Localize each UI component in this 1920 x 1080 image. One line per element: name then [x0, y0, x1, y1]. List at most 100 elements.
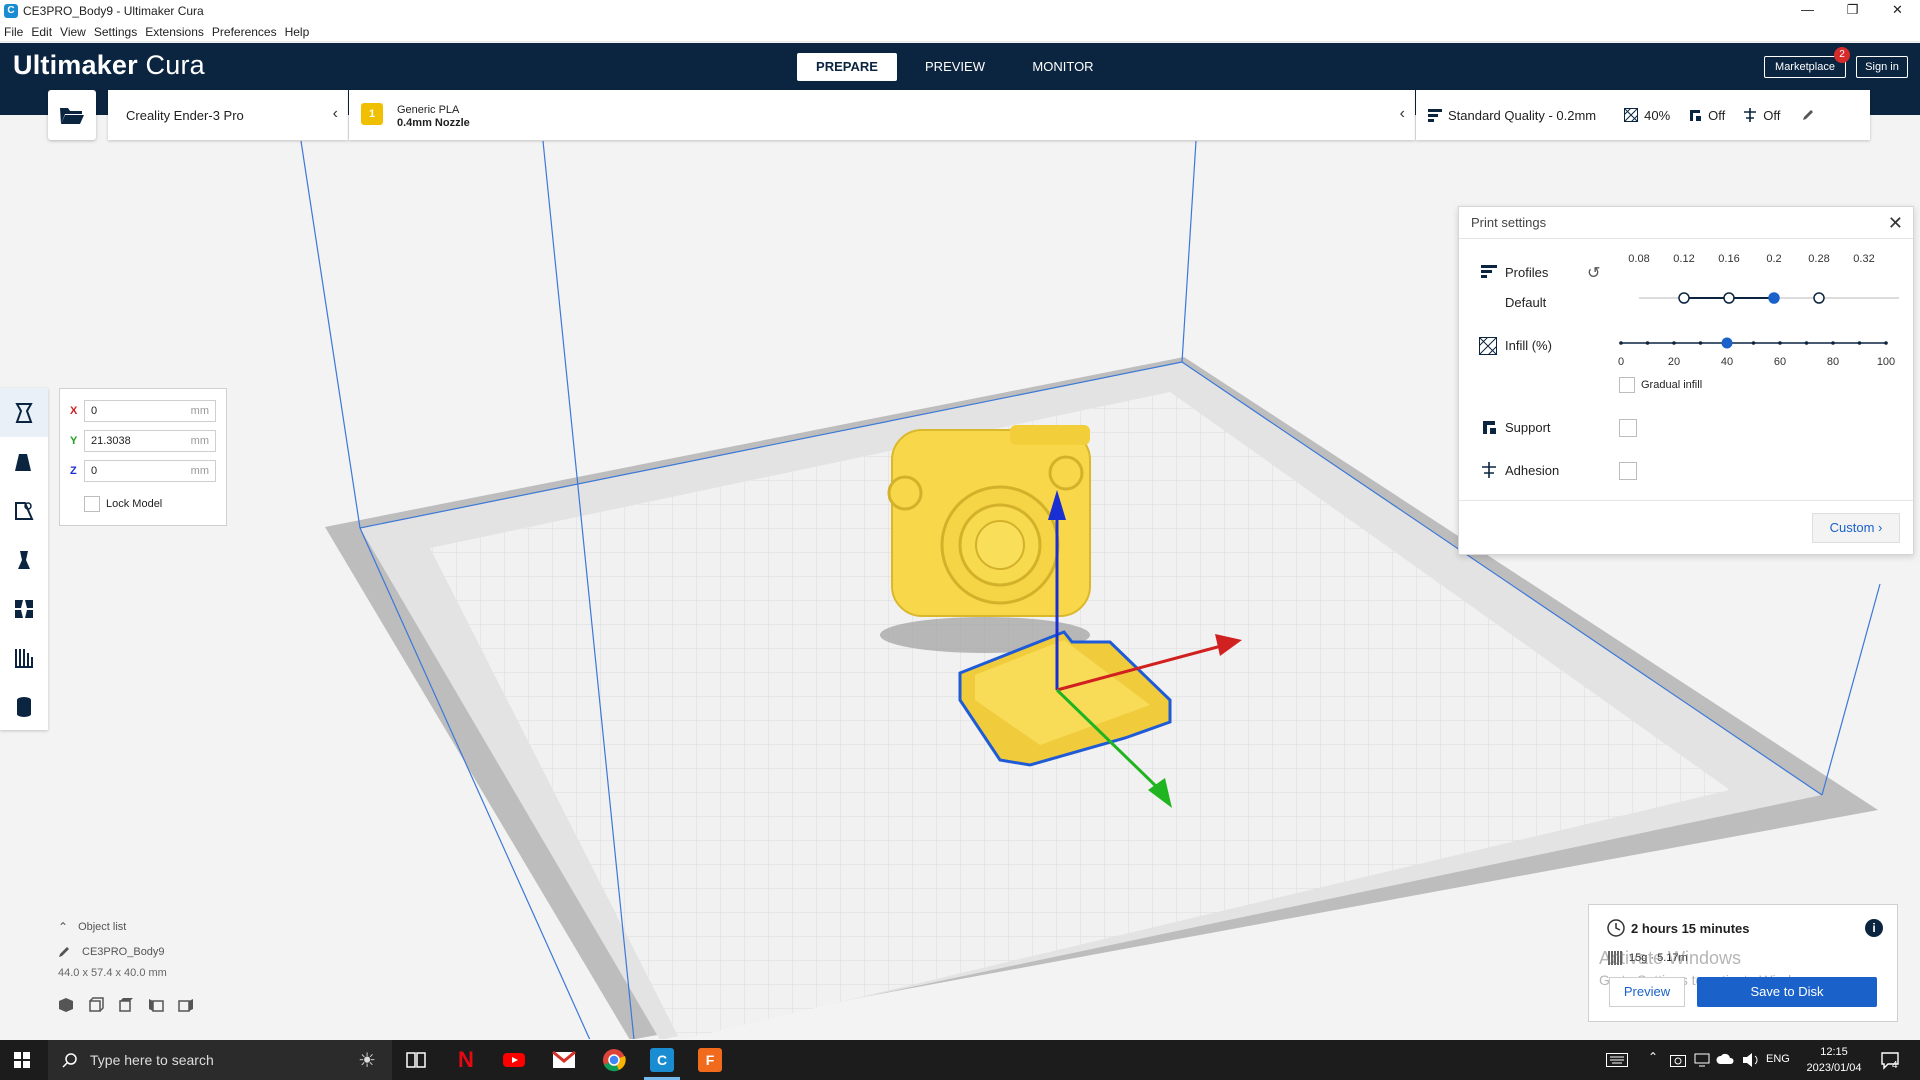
- print-time-row: 2 hours 15 minutes: [1607, 919, 1749, 937]
- support-icon: [1690, 110, 1702, 121]
- volume-icon[interactable]: [1742, 1052, 1760, 1068]
- infill-slider-step: [1804, 341, 1809, 345]
- machine-selector[interactable]: Creality Ender-3 Pro ‹: [108, 90, 348, 140]
- nozzle-size: 0.4mm Nozzle: [397, 117, 470, 129]
- network-icon[interactable]: [1694, 1053, 1710, 1067]
- infill-slider-handle[interactable]: [1721, 337, 1733, 349]
- custom-settings-button[interactable]: Custom ›: [1812, 513, 1900, 543]
- object-list-header[interactable]: ⌃ Object list: [58, 920, 258, 934]
- adhesion-label: Adhesion: [1505, 463, 1560, 478]
- open-file-button[interactable]: [48, 90, 96, 140]
- language-indicator[interactable]: ENG: [1766, 1053, 1790, 1065]
- youtube-icon[interactable]: [502, 1048, 526, 1072]
- fusion-360-icon[interactable]: F: [698, 1048, 722, 1072]
- layer-height-option[interactable]: [1723, 292, 1735, 304]
- y-coordinate-input[interactable]: 21.3038 mm: [84, 430, 216, 452]
- material-selector[interactable]: 1 Generic PLA 0.4mm Nozzle ‹: [349, 90, 1415, 140]
- keyboard-icon[interactable]: [1606, 1053, 1628, 1067]
- system-clock[interactable]: 12:15 2023/01/04: [1796, 1044, 1872, 1076]
- print-setup-selector[interactable]: Standard Quality - 0.2mm 40% Off Off: [1416, 90, 1870, 140]
- onedrive-icon[interactable]: [1716, 1053, 1734, 1065]
- infill-slider-step: [1619, 341, 1623, 345]
- divider: [1459, 500, 1913, 501]
- layer-height-option[interactable]: [1813, 292, 1825, 304]
- z-coordinate-input[interactable]: 0 mm: [84, 460, 216, 482]
- x-coordinate-input[interactable]: 0 mm: [84, 400, 216, 422]
- profile-summary: Standard Quality - 0.2mm: [1428, 108, 1596, 123]
- move-tool-button[interactable]: [0, 388, 48, 437]
- save-to-disk-button[interactable]: Save to Disk: [1697, 977, 1877, 1007]
- menu-file[interactable]: File: [0, 25, 27, 39]
- camera-model[interactable]: [887, 425, 1091, 617]
- menu-extensions[interactable]: Extensions: [141, 25, 208, 39]
- layer-height-tick-label: 0.12: [1673, 253, 1694, 265]
- layer-height-option[interactable]: [1678, 292, 1690, 304]
- menu-help[interactable]: Help: [281, 25, 314, 39]
- mirror-tool-button[interactable]: [0, 535, 48, 584]
- infill-icon: [1624, 108, 1639, 122]
- rotate-tool-button[interactable]: [0, 486, 48, 535]
- preview-button[interactable]: Preview: [1609, 977, 1685, 1007]
- move-tool-panel: X 0 mm Y 21.3038 mm Z 0 mm Lock Model: [59, 388, 227, 526]
- infill-value: 40%: [1644, 107, 1671, 123]
- layer-height-tick-label: 0.32: [1853, 253, 1874, 265]
- tab-monitor[interactable]: MONITOR: [1013, 53, 1113, 81]
- windows-start-icon[interactable]: [14, 1052, 30, 1068]
- window-title: CE3PRO_Body9 - Ultimaker Cura: [23, 4, 204, 18]
- scale-tool-button[interactable]: [0, 437, 48, 486]
- minimize-button[interactable]: —: [1785, 0, 1830, 22]
- marketplace-badge: 2: [1834, 47, 1850, 63]
- pencil-icon: [59, 947, 69, 957]
- adhesion-checkbox[interactable]: [1619, 462, 1637, 480]
- custom-label: Custom: [1829, 520, 1875, 535]
- tab-prepare[interactable]: PREPARE: [797, 53, 897, 81]
- object-list-item[interactable]: CE3PRO_Body9: [58, 946, 258, 958]
- pencil-icon[interactable]: [1802, 109, 1814, 121]
- camera-icon[interactable]: [1670, 1053, 1686, 1067]
- layer-height-slider[interactable]: 0.08 0.12 0.16 0.2 0.28 0.32: [1609, 247, 1904, 312]
- per-model-settings-button[interactable]: [0, 584, 48, 633]
- menu-view[interactable]: View: [56, 25, 90, 39]
- profiles-icon: [1481, 265, 1497, 278]
- support-checkbox[interactable]: [1619, 419, 1637, 437]
- reset-icon[interactable]: ↺: [1587, 263, 1600, 283]
- chevron-up-icon[interactable]: ⌃: [1648, 1050, 1658, 1064]
- gradual-infill-checkbox[interactable]: [1619, 377, 1635, 393]
- adhesion-summary: Off: [1743, 108, 1780, 123]
- 3d-view-icon[interactable]: [58, 997, 74, 1013]
- chrome-icon[interactable]: [602, 1048, 626, 1072]
- gmail-icon[interactable]: [552, 1048, 576, 1072]
- cura-taskbar-icon[interactable]: C: [650, 1048, 674, 1072]
- tab-preview[interactable]: PREVIEW: [905, 53, 1005, 81]
- top-view-icon[interactable]: [118, 997, 134, 1013]
- object-list-panel: ⌃ Object list CE3PRO_Body9 44.0 x 57.4 x…: [58, 920, 258, 1030]
- right-view-icon[interactable]: [178, 997, 194, 1013]
- restore-button[interactable]: ❐: [1830, 0, 1875, 22]
- infill-slider-step: [1857, 341, 1862, 345]
- menu-settings[interactable]: Settings: [90, 25, 141, 39]
- info-icon[interactable]: i: [1865, 919, 1883, 937]
- task-view-icon[interactable]: [404, 1048, 428, 1072]
- infill-icon: [1481, 291, 1499, 309]
- lock-model-checkbox[interactable]: [84, 496, 100, 512]
- move-icon: [15, 402, 33, 423]
- marketplace-button[interactable]: Marketplace: [1764, 56, 1846, 78]
- folder-icon: [60, 108, 84, 124]
- menu-preferences[interactable]: Preferences: [208, 25, 281, 39]
- infill-slider[interactable]: 0 20 40 60 80 100: [1609, 331, 1904, 373]
- infill-tick-label: 80: [1827, 356, 1839, 368]
- support-blocker-button[interactable]: [0, 633, 48, 682]
- print-settings-panel: Print settings ✕ Profiles Default ↺ 0.08…: [1458, 206, 1914, 555]
- close-icon[interactable]: ✕: [1888, 213, 1903, 234]
- menu-edit[interactable]: Edit: [27, 25, 56, 39]
- layer-height-selected-handle[interactable]: [1768, 292, 1780, 304]
- front-view-icon[interactable]: [88, 997, 104, 1013]
- support-label: Support: [1505, 420, 1551, 435]
- netflix-icon[interactable]: N: [454, 1048, 478, 1072]
- sign-in-button[interactable]: Sign in: [1856, 56, 1908, 78]
- taskbar-search[interactable]: Type here to search ☀: [48, 1040, 392, 1080]
- close-window-button[interactable]: ✕: [1875, 0, 1920, 22]
- mesh-tools-button[interactable]: [0, 682, 48, 731]
- clock-time: 12:15: [1820, 1046, 1848, 1058]
- left-view-icon[interactable]: [148, 997, 164, 1013]
